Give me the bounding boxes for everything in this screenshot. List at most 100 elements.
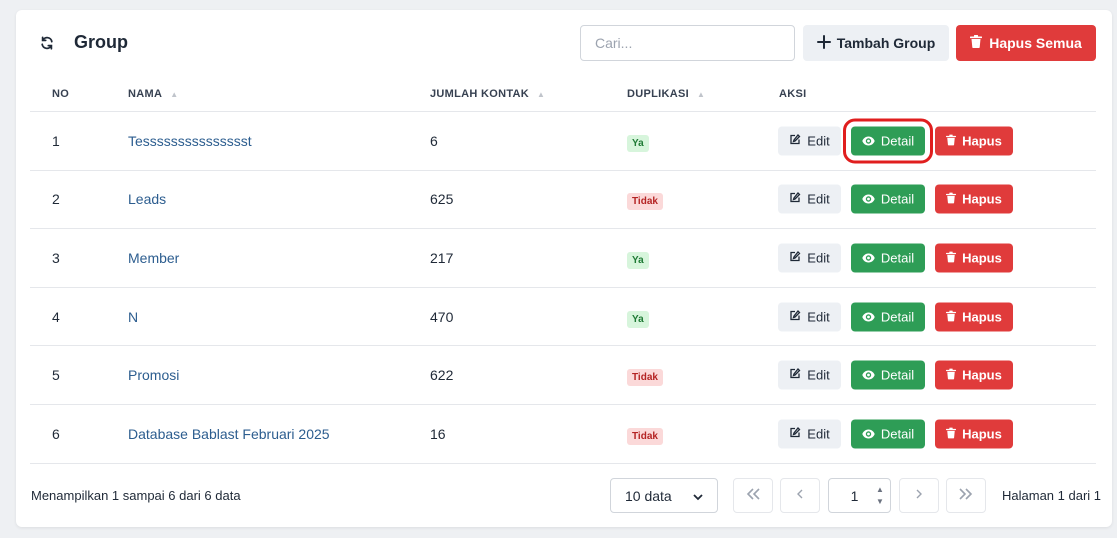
- page-stepper[interactable]: ▲ ▼: [870, 479, 890, 512]
- edit-icon: [789, 426, 801, 441]
- duplication-cell: Ya: [627, 133, 649, 152]
- delete-button[interactable]: Hapus: [935, 360, 1013, 390]
- contact-count: 16: [430, 425, 446, 442]
- eye-icon: [862, 368, 875, 383]
- trash-icon: [946, 192, 957, 207]
- duplication-cell: Tidak: [627, 426, 663, 445]
- row-actions: Edit Detail Hapus: [778, 184, 1013, 214]
- group-name-link[interactable]: Promosi: [128, 367, 179, 383]
- edit-icon: [789, 192, 801, 207]
- row-number: 3: [52, 249, 60, 266]
- delete-button[interactable]: Hapus: [935, 126, 1013, 156]
- delete-label: Hapus: [962, 309, 1002, 325]
- delete-button[interactable]: Hapus: [935, 302, 1013, 332]
- page-size-select[interactable]: 10 data: [610, 478, 718, 513]
- duplication-cell: Tidak: [627, 191, 663, 211]
- group-name-link[interactable]: Tessssssssssssssst: [128, 133, 252, 149]
- status-badge: Tidak: [627, 427, 663, 445]
- trash-icon: [946, 133, 957, 148]
- eye-icon: [862, 250, 875, 265]
- edit-icon: [789, 250, 801, 265]
- showing-info: Menampilkan 1 sampai 6 dari 6 data: [31, 488, 241, 503]
- group-name-link[interactable]: N: [128, 309, 138, 325]
- delete-all-label: Hapus Semua: [989, 35, 1082, 51]
- trash-icon: [946, 250, 957, 265]
- table-footer: Menampilkan 1 sampai 6 dari 6 data 10 da…: [16, 476, 1112, 516]
- detail-button[interactable]: Detail: [851, 419, 925, 449]
- contact-count: 622: [430, 367, 454, 384]
- duplication-cell: Tidak: [627, 367, 663, 387]
- sort-icon: ▲: [537, 89, 546, 99]
- row-number: 4: [52, 308, 60, 325]
- edit-icon: [789, 133, 801, 148]
- trash-icon: [970, 35, 983, 51]
- column-header-jumlah[interactable]: JUMLAH KONTAK ▲: [430, 88, 545, 100]
- prev-page-button[interactable]: [780, 478, 820, 513]
- edit-label: Edit: [807, 309, 830, 325]
- status-badge: Tidak: [627, 193, 663, 211]
- detail-button[interactable]: Detail: [851, 184, 925, 214]
- edit-button[interactable]: Edit: [778, 184, 841, 214]
- delete-all-button[interactable]: Hapus Semua: [956, 25, 1096, 61]
- plus-icon: [816, 34, 831, 52]
- row-number: 1: [52, 132, 60, 149]
- group-name-link[interactable]: Member: [128, 250, 179, 266]
- detail-button[interactable]: Detail: [851, 360, 925, 390]
- sort-icon: ▲: [170, 89, 179, 99]
- sort-icon: ▲: [696, 89, 706, 99]
- trash-icon: [946, 426, 957, 441]
- page-info: Halaman 1 dari 1: [1002, 488, 1101, 503]
- detail-label: Detail: [880, 250, 915, 266]
- detail-label: Detail: [880, 426, 915, 442]
- group-name-link[interactable]: Leads: [128, 191, 166, 207]
- last-page-button[interactable]: [946, 478, 986, 513]
- caret-up-icon[interactable]: ▲: [876, 484, 884, 496]
- row-actions: Edit Detail Hapus: [778, 243, 1013, 273]
- delete-button[interactable]: Hapus: [935, 419, 1013, 449]
- detail-button[interactable]: Detail: [851, 302, 925, 332]
- column-header-no: NO: [52, 88, 70, 100]
- delete-button[interactable]: Hapus: [935, 184, 1013, 214]
- edit-label: Edit: [807, 426, 830, 442]
- eye-icon: [862, 192, 875, 207]
- add-group-label: Tambah Group: [836, 35, 936, 51]
- add-group-button[interactable]: Tambah Group: [803, 25, 949, 61]
- eye-icon: [862, 426, 875, 441]
- column-header-nama[interactable]: NAMA ▲: [128, 88, 178, 100]
- row-number: 5: [52, 367, 60, 384]
- page-number-input[interactable]: 1 ▲ ▼: [828, 478, 891, 513]
- caret-down-icon[interactable]: ▼: [876, 496, 884, 508]
- search-input[interactable]: [580, 25, 795, 61]
- row-actions: Edit Detail Hapus: [778, 118, 1013, 164]
- detail-button[interactable]: Detail: [843, 118, 933, 164]
- contact-count: 470: [430, 308, 454, 325]
- delete-label: Hapus: [962, 426, 1002, 442]
- duplication-cell: Ya: [627, 250, 649, 269]
- trash-icon: [946, 368, 957, 383]
- delete-button[interactable]: Hapus: [935, 243, 1013, 273]
- edit-label: Edit: [807, 250, 830, 266]
- contact-count: 217: [430, 249, 454, 266]
- edit-button[interactable]: Edit: [778, 302, 841, 332]
- status-badge: Ya: [627, 310, 649, 328]
- group-name-link[interactable]: Database Bablast Februari 2025: [128, 426, 330, 442]
- eye-icon: [862, 309, 875, 324]
- row-actions: Edit Detail Hapus: [778, 360, 1013, 390]
- table-row: 4 N 470 Ya Edit Detail Hapus: [30, 288, 1096, 347]
- edit-button[interactable]: Edit: [778, 419, 841, 449]
- edit-button[interactable]: Edit: [778, 126, 841, 156]
- refresh-icon[interactable]: [38, 34, 56, 52]
- chevron-down-icon: [693, 488, 703, 504]
- table-header: NO NAMA ▲ JUMLAH KONTAK ▲ DUPLIKASI ▲ AKSI: [30, 76, 1096, 112]
- edit-button[interactable]: Edit: [778, 243, 841, 273]
- status-badge: Ya: [627, 134, 649, 152]
- first-page-button[interactable]: [733, 478, 773, 513]
- detail-button[interactable]: Detail: [851, 243, 925, 273]
- next-page-button[interactable]: [899, 478, 939, 513]
- trash-icon: [946, 309, 957, 324]
- detail-label: Detail: [880, 133, 915, 149]
- delete-label: Hapus: [962, 250, 1002, 266]
- delete-label: Hapus: [962, 133, 1002, 149]
- column-header-duplikasi[interactable]: DUPLIKASI ▲: [627, 88, 705, 100]
- edit-button[interactable]: Edit: [778, 360, 841, 390]
